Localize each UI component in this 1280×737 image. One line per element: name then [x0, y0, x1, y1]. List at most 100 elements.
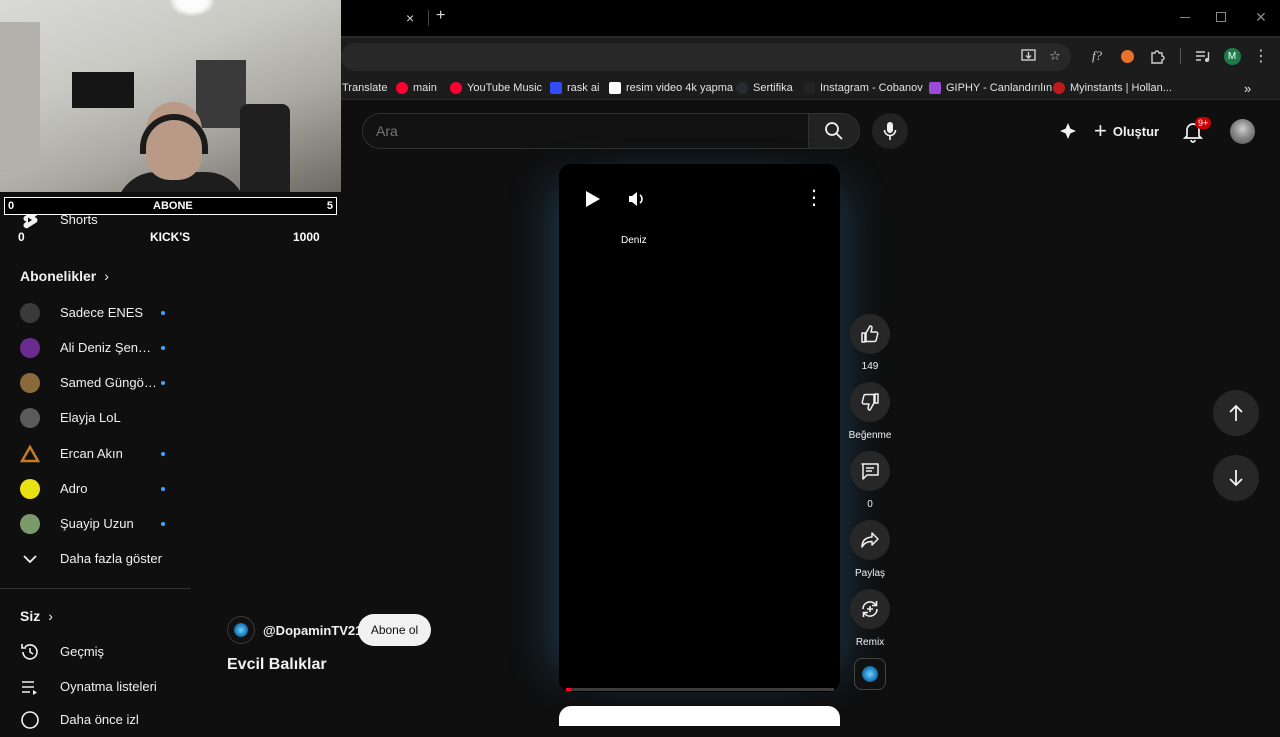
address-bar[interactable] [341, 43, 1071, 71]
bookmark-item[interactable]: YouTube Music [450, 80, 542, 96]
volume-button[interactable] [627, 190, 647, 213]
voice-search-button[interactable] [872, 113, 908, 149]
you-heading[interactable]: Siz › [20, 608, 53, 624]
next-short-button[interactable] [1213, 455, 1259, 501]
bookmark-item[interactable]: main [396, 80, 437, 96]
new-content-dot [161, 380, 165, 385]
search-button[interactable] [808, 113, 860, 149]
volume-icon [629, 192, 643, 206]
channel-name: Elayja LoL [60, 410, 121, 425]
rask-ai-icon [550, 82, 562, 94]
browser-menu-icon[interactable]: ⋮ [1252, 47, 1270, 65]
channel-avatar[interactable] [227, 616, 255, 644]
sidebar-subscription[interactable]: Şuayip Uzun [0, 506, 190, 541]
minimize-button[interactable] [1180, 17, 1190, 18]
share-button[interactable] [850, 520, 890, 560]
remix-icon [862, 601, 878, 617]
bookmark-item[interactable]: rask ai [550, 80, 599, 96]
channel-handle[interactable]: @DopaminTV21 [263, 623, 362, 638]
toolbar-separator [1180, 48, 1181, 64]
window-close-button[interactable]: ✕ [1255, 9, 1267, 26]
shorts-player[interactable]: ⋮ Deniz [559, 164, 840, 692]
kick-goal-bar: 0 KICK'S 1000 [0, 226, 340, 246]
sub-goal-label: ABONE [153, 200, 193, 212]
chevron-right-icon: › [48, 608, 53, 624]
sidebar-item-playlists[interactable]: Oynatma listeleri [0, 669, 190, 704]
subscriber-goal-bar: 0 ABONE 5 [4, 197, 337, 215]
like-button[interactable] [850, 314, 890, 354]
search-box[interactable] [362, 113, 808, 149]
sidebar-item-label: Geçmiş [60, 644, 105, 659]
kick-goal-label: KICK'S [150, 230, 191, 244]
dopamin-logo-icon [234, 623, 248, 637]
tab-close-button[interactable]: × [406, 10, 414, 26]
channel-name: Sadece ENES [60, 305, 144, 320]
sidebar-subscription[interactable]: Sadece ENES [0, 295, 190, 330]
bookmark-item[interactable]: Sertifika [736, 80, 793, 96]
play-icon [586, 191, 600, 207]
chevron-right-icon: › [104, 268, 109, 284]
dopamin-logo-icon [862, 666, 878, 682]
bookmark-star-icon[interactable]: ☆ [1046, 47, 1064, 65]
webcam-coats [240, 104, 290, 192]
capcut-icon [609, 82, 621, 94]
youtube-music-icon [450, 82, 462, 94]
install-icon[interactable] [1019, 47, 1037, 65]
extension-fx-icon[interactable]: f? [1088, 47, 1106, 65]
video-progress-fill [566, 688, 572, 691]
webcam-door [0, 22, 40, 172]
next-short-preview[interactable] [559, 706, 840, 726]
sound-source-button[interactable] [854, 658, 886, 690]
extensions-puzzle-icon[interactable] [1148, 47, 1166, 65]
sidebar-subscription[interactable]: Adro [0, 471, 190, 506]
sidebar-subscription[interactable]: Elayja LoL [0, 400, 190, 435]
previous-short-button[interactable] [1213, 390, 1259, 436]
sidebar-show-more[interactable]: Daha fazla göster [0, 541, 190, 576]
sidebar-subscription[interactable]: Samed Güngör L... [0, 365, 190, 400]
bookmark-item[interactable]: Myinstants | Hollan... [1053, 80, 1172, 96]
share-label: Paylaş [854, 568, 885, 579]
profile-avatar[interactable]: M [1223, 47, 1241, 65]
microphone-icon [883, 122, 897, 140]
bookmark-item[interactable]: Instagram - Cobanov [803, 80, 923, 96]
kick-goal-start: 0 [18, 230, 25, 244]
channel-avatar [20, 372, 40, 393]
ai-sparkle-icon[interactable] [1058, 121, 1078, 141]
account-avatar[interactable] [1230, 119, 1255, 144]
search-input[interactable] [363, 114, 808, 148]
new-content-dot [161, 451, 165, 456]
new-tab-button[interactable]: + [436, 7, 445, 25]
dislike-button[interactable] [850, 382, 890, 422]
share-icon [861, 532, 879, 548]
media-controls-icon[interactable] [1193, 47, 1211, 65]
search-icon [825, 122, 843, 140]
more-options-icon[interactable]: ⋮ [804, 188, 824, 208]
show-more-label: Daha fazla göster [60, 551, 162, 566]
bookmark-item[interactable]: resim video 4k yapma [609, 80, 733, 96]
new-content-dot [161, 345, 165, 350]
bookmark-item[interactable]: GIPHY - Canlandırılın [929, 80, 1052, 96]
sidebar-subscription[interactable]: Ali Deniz Şenpot... [0, 330, 190, 365]
webcam-person [116, 102, 246, 192]
maximize-button[interactable] [1216, 12, 1226, 22]
play-button[interactable] [585, 190, 601, 213]
notification-badge: 9+ [1195, 117, 1212, 129]
create-button[interactable]: + Oluştur [1094, 119, 1159, 143]
sidebar-subscription[interactable]: Ercan Akın [0, 436, 190, 471]
remix-button[interactable] [850, 589, 890, 629]
bookmark-item[interactable]: Translate [342, 80, 387, 96]
channel-name: Adro [60, 481, 88, 496]
extension-orange-icon[interactable] [1118, 47, 1136, 65]
video-progress-bar[interactable] [566, 688, 834, 691]
channel-avatar [20, 337, 40, 358]
notifications-button[interactable]: 9+ [1182, 117, 1212, 143]
short-title[interactable]: Evcil Balıklar [227, 656, 327, 674]
like-count: 149 [861, 361, 879, 372]
playlists-icon [20, 677, 40, 697]
subscribe-button[interactable]: Abone ol [358, 614, 431, 646]
subscriptions-heading[interactable]: Abonelikler › [20, 268, 109, 284]
bookmarks-overflow-icon[interactable]: » [1244, 80, 1251, 96]
giphy-icon [929, 82, 941, 94]
sidebar-item-history[interactable]: Geçmiş [0, 634, 190, 669]
comments-button[interactable] [850, 451, 890, 491]
